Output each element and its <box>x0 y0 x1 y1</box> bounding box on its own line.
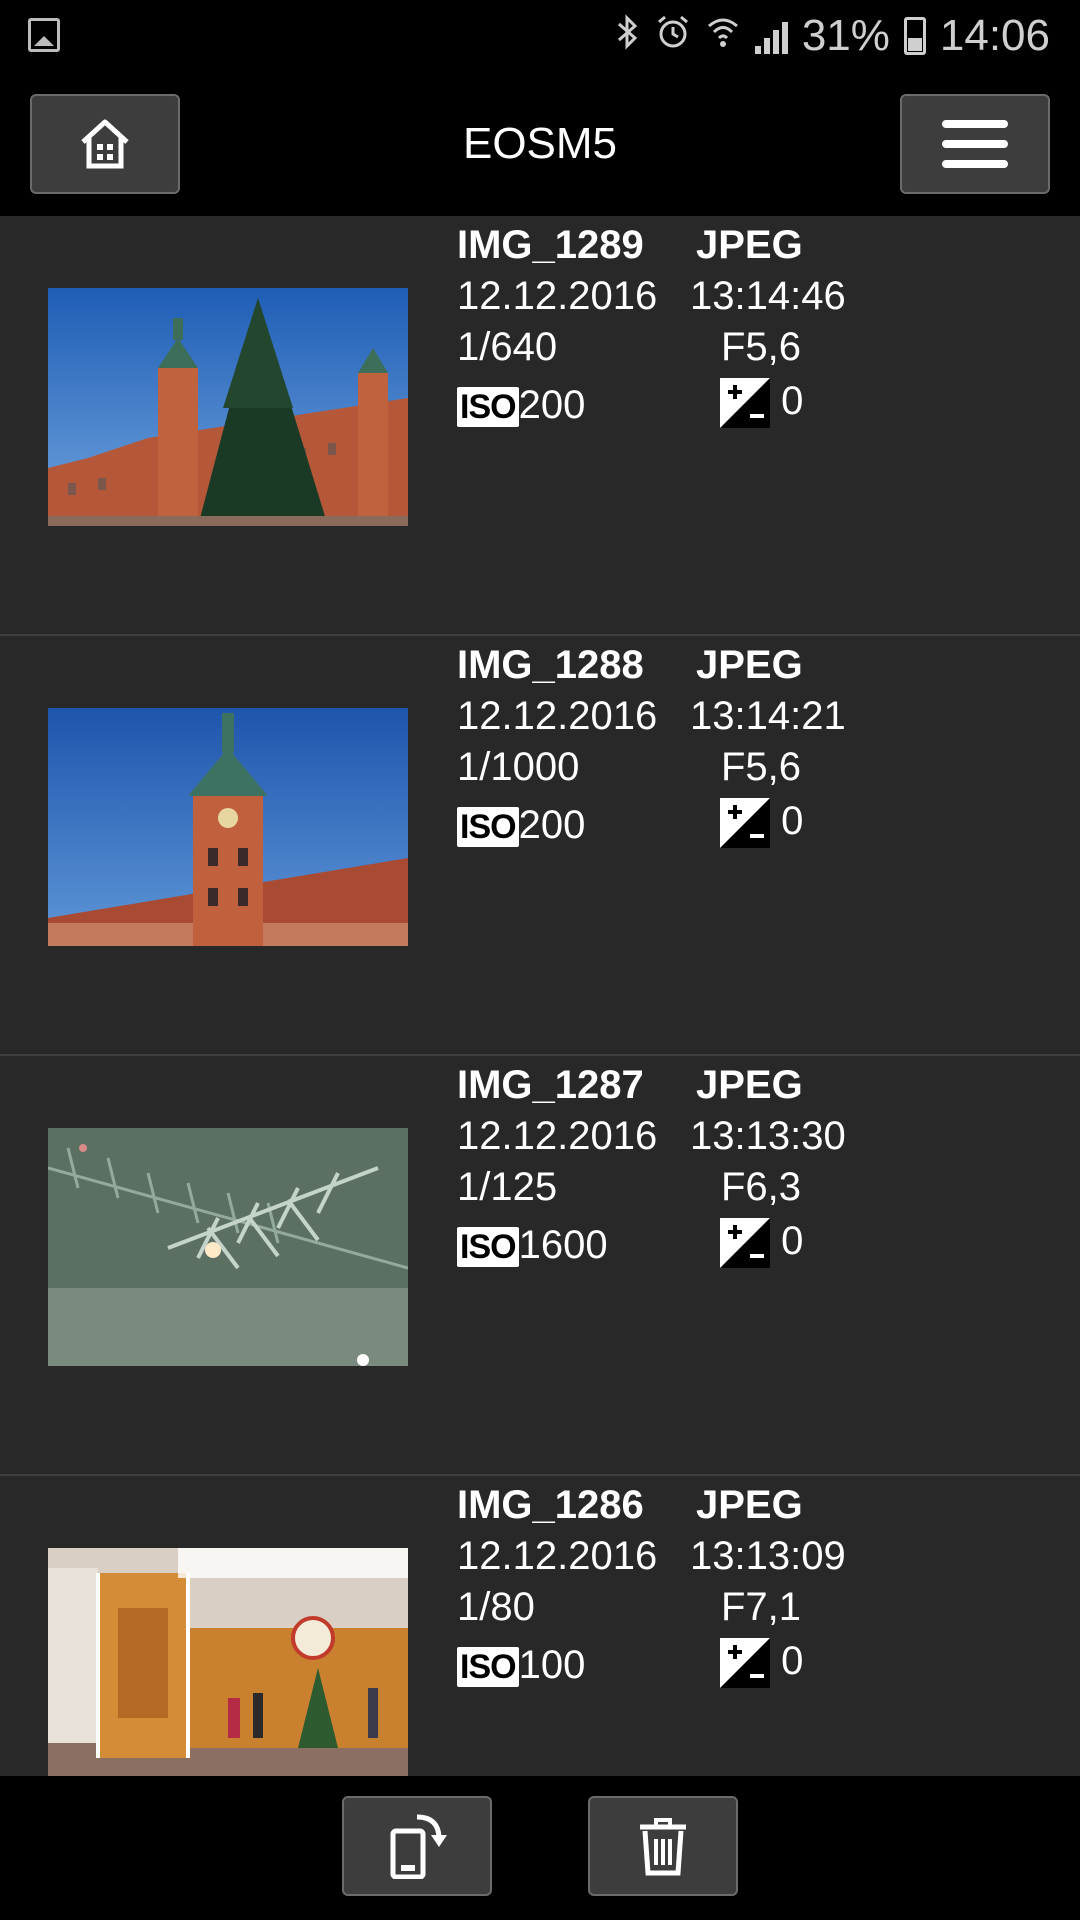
iso-value: 100 <box>518 1643 586 1687</box>
iso-icon: ISO <box>457 387 519 428</box>
iso-value-group: ISO200 <box>457 380 585 431</box>
exposure-comp-group: 0 <box>720 376 804 429</box>
image-time: 13:14:21 <box>690 694 846 738</box>
image-format: JPEG <box>696 1063 803 1107</box>
image-format: JPEG <box>696 643 803 687</box>
aperture: F7,1 <box>721 1585 802 1629</box>
image-thumbnail[interactable] <box>48 288 408 526</box>
battery-percent: 31% <box>801 11 890 60</box>
status-bar: 31% 14:06 <box>0 0 1080 72</box>
image-list[interactable]: IMG_1289 JPEG 12.12.2016 13:14:46 1/640 … <box>0 216 1080 1776</box>
menu-button[interactable] <box>900 94 1050 194</box>
image-row[interactable]: IMG_1289 JPEG 12.12.2016 13:14:46 1/640 … <box>0 216 1080 636</box>
exposure-compensation-icon <box>720 378 770 429</box>
image-name: IMG_1286 <box>457 1483 644 1527</box>
iso-icon: ISO <box>457 1647 519 1688</box>
aperture: F5,6 <box>721 745 802 789</box>
iso-value: 200 <box>518 803 586 847</box>
image-thumbnail[interactable] <box>48 1548 408 1776</box>
image-date: 12.12.2016 <box>457 274 658 318</box>
image-time: 13:13:30 <box>690 1114 846 1158</box>
image-time: 13:13:09 <box>690 1534 846 1578</box>
gallery-icon <box>28 18 60 52</box>
exposure-comp-value: 0 <box>781 799 804 843</box>
delete-button[interactable] <box>588 1796 738 1896</box>
home-button[interactable] <box>30 94 180 194</box>
exposure-compensation-icon <box>720 798 770 849</box>
exposure-comp-value: 0 <box>781 379 804 423</box>
exposure-comp-group: 0 <box>720 796 804 849</box>
wifi-icon <box>705 14 741 59</box>
aperture: F6,3 <box>721 1165 802 1209</box>
exposure-comp-value: 0 <box>781 1219 804 1263</box>
image-time: 13:14:46 <box>690 274 846 318</box>
iso-value: 1600 <box>518 1223 608 1267</box>
image-format: JPEG <box>696 223 803 267</box>
transfer-to-phone-button[interactable] <box>342 1796 492 1896</box>
iso-value-group: ISO100 <box>457 1640 585 1691</box>
bottom-toolbar <box>0 1776 1080 1920</box>
menu-icon <box>942 120 1008 168</box>
image-date: 12.12.2016 <box>457 1114 658 1158</box>
bluetooth-icon <box>615 13 641 59</box>
image-thumbnail[interactable] <box>48 708 408 946</box>
image-name: IMG_1289 <box>457 223 644 267</box>
image-format: JPEG <box>696 1483 803 1527</box>
image-name: IMG_1288 <box>457 643 644 687</box>
exposure-comp-group: 0 <box>720 1636 804 1689</box>
battery-icon <box>903 17 926 55</box>
iso-icon: ISO <box>457 807 519 848</box>
home-icon <box>81 119 129 169</box>
iso-value-group: ISO1600 <box>457 1220 608 1271</box>
shutter-speed: 1/1000 <box>457 745 580 789</box>
image-name: IMG_1287 <box>457 1063 644 1107</box>
top-bar: EOSM5 <box>0 72 1080 216</box>
image-row[interactable]: IMG_1287 JPEG 12.12.2016 13:13:30 1/125 … <box>0 1056 1080 1476</box>
image-date: 12.12.2016 <box>457 1534 658 1578</box>
exposure-compensation-icon <box>720 1218 770 1269</box>
clock: 14:06 <box>939 11 1050 60</box>
iso-icon: ISO <box>457 1227 519 1268</box>
image-row[interactable]: IMG_1286 JPEG 12.12.2016 13:13:09 1/80 F… <box>0 1476 1080 1776</box>
alarm-icon <box>655 14 691 59</box>
image-date: 12.12.2016 <box>457 694 658 738</box>
exposure-comp-value: 0 <box>781 1639 804 1683</box>
image-row[interactable]: IMG_1288 JPEG 12.12.2016 13:14:21 1/1000… <box>0 636 1080 1056</box>
shutter-speed: 1/125 <box>457 1165 558 1209</box>
trash-icon <box>640 1818 686 1876</box>
image-thumbnail[interactable] <box>48 1128 408 1366</box>
shutter-speed: 1/640 <box>457 325 558 369</box>
transfer-to-phone-icon <box>390 1814 447 1879</box>
shutter-speed: 1/80 <box>457 1585 535 1629</box>
exposure-comp-group: 0 <box>720 1216 804 1269</box>
aperture: F5,6 <box>721 325 802 369</box>
iso-value: 200 <box>518 383 586 427</box>
iso-value-group: ISO200 <box>457 800 585 851</box>
signal-icon <box>754 18 788 54</box>
exposure-compensation-icon <box>720 1638 770 1689</box>
